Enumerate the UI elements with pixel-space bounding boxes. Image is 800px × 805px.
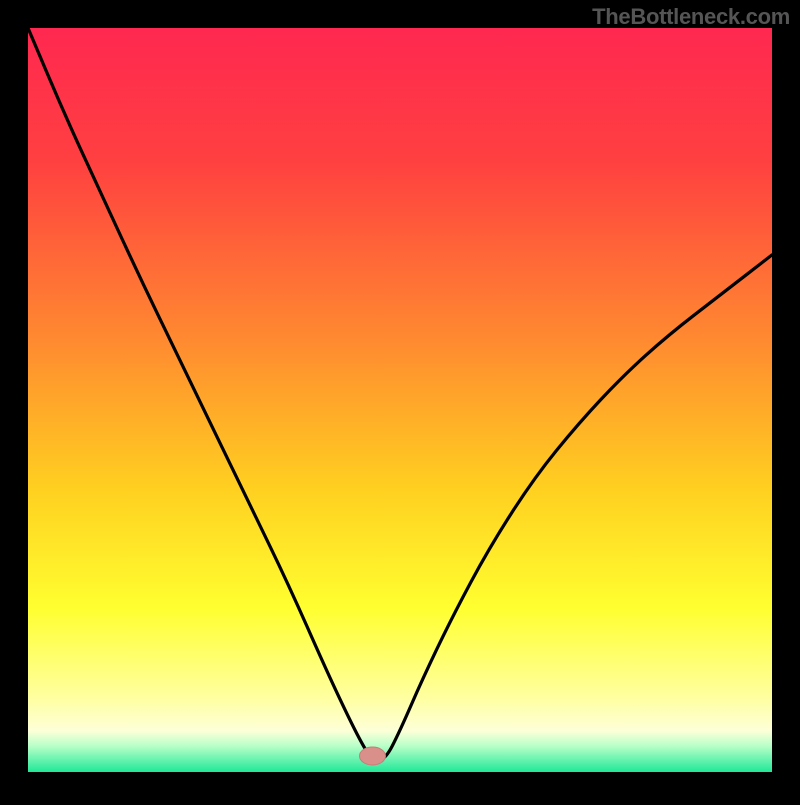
optimal-point-marker	[359, 747, 385, 765]
plot-area	[28, 28, 772, 772]
watermark-text: TheBottleneck.com	[592, 4, 790, 30]
bottleneck-chart	[0, 0, 800, 800]
chart-frame: TheBottleneck.com	[0, 0, 800, 800]
